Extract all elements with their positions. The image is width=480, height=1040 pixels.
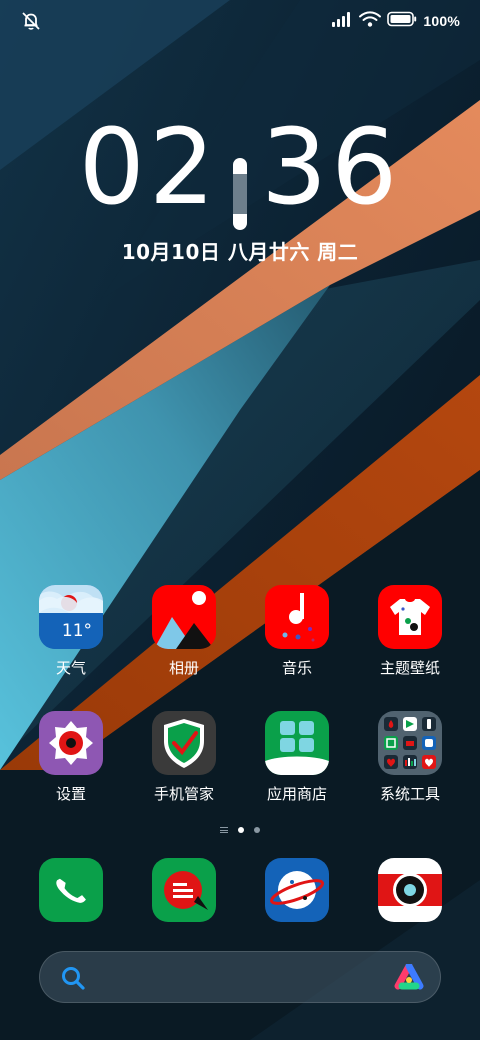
app-row-2: 设置 手机管家 应用商店 系统工具 (0, 711, 480, 831)
page-indicator[interactable] (0, 824, 480, 836)
status-bar: 100% (0, 0, 480, 44)
page-dot-2[interactable] (254, 827, 260, 833)
lockscreen-clock: 02 36 (0, 106, 480, 230)
app-phone-manager[interactable]: 手机管家 (136, 711, 232, 803)
app-row-1: 11° 天气 相册 音乐 主题壁纸 (0, 585, 480, 705)
app-label: 手机管家 (153, 785, 214, 803)
app-weather[interactable]: 11° 天气 (23, 585, 119, 677)
system-tools-folder-icon (378, 711, 442, 775)
dock-phone[interactable] (23, 858, 119, 922)
gallery-icon (152, 585, 216, 649)
phone-manager-icon (152, 711, 216, 775)
app-drawer-menu-icon[interactable] (220, 827, 228, 833)
date-line: 10月10日 八月廿六 周二 (121, 240, 359, 264)
music-icon (265, 585, 329, 649)
themes-icon (378, 585, 442, 649)
search-bar[interactable] (39, 951, 441, 1003)
app-system-tools-folder[interactable]: 系统工具 (362, 711, 458, 803)
app-themes[interactable]: 主题壁纸 (362, 585, 458, 677)
wifi-icon (359, 11, 382, 31)
dock-camera[interactable] (362, 858, 458, 922)
dock-messages[interactable] (136, 858, 232, 922)
camera-icon (378, 858, 442, 922)
battery-full-icon (387, 11, 417, 31)
settings-icon (39, 711, 103, 775)
search-icon[interactable] (60, 965, 86, 991)
app-settings[interactable]: 设置 (23, 711, 119, 803)
weather-temperature: 11° (62, 621, 92, 641)
clock-minutes: 36 (261, 106, 402, 228)
app-label: 天气 (55, 659, 86, 677)
clock-separator (233, 157, 247, 230)
clock-hours: 02 (78, 106, 219, 228)
app-label: 设置 (55, 785, 86, 803)
messages-icon (152, 858, 216, 922)
app-label: 应用商店 (266, 785, 327, 803)
page-dot-1[interactable] (238, 827, 244, 833)
dock-browser[interactable] (249, 858, 345, 922)
app-label: 相册 (168, 659, 199, 677)
notifications-muted-icon (20, 10, 42, 32)
app-label: 音乐 (281, 659, 312, 677)
app-store[interactable]: 应用商店 (249, 711, 345, 803)
app-label: 主题壁纸 (379, 659, 440, 677)
app-label: 系统工具 (379, 785, 440, 803)
app-music[interactable]: 音乐 (249, 585, 345, 677)
weather-icon: 11° (39, 585, 103, 649)
app-store-icon (265, 711, 329, 775)
signal-bars-icon (331, 11, 353, 31)
browser-icon (265, 858, 329, 922)
app-gallery[interactable]: 相册 (136, 585, 232, 677)
dock (0, 858, 480, 922)
assistant-icon[interactable] (394, 962, 424, 992)
phone-icon (39, 858, 103, 922)
battery-percentage: 100% (423, 13, 460, 29)
